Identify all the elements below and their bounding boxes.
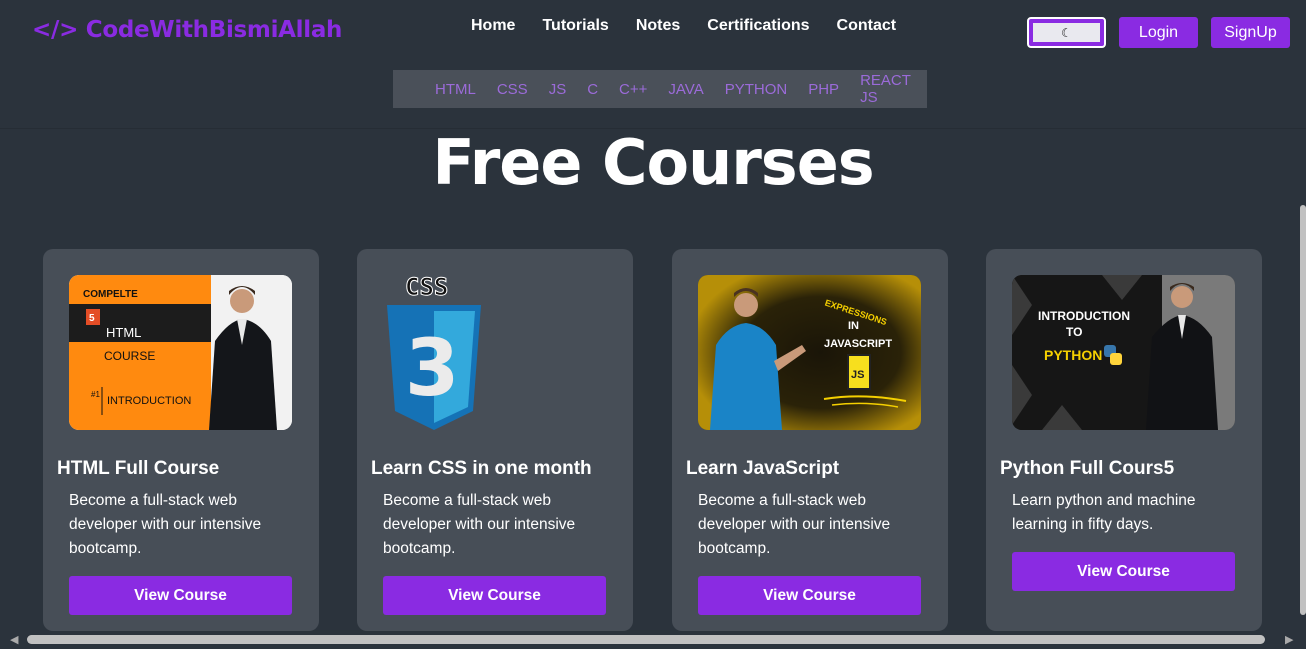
thumb-text: HTML bbox=[106, 325, 141, 340]
view-course-button[interactable]: View Course bbox=[69, 576, 292, 615]
page-title: Free Courses bbox=[432, 126, 874, 199]
thumb-text: CSS bbox=[405, 275, 448, 301]
moon-icon: ☾ bbox=[1033, 23, 1100, 42]
course-description: Become a full-stack web developer with o… bbox=[383, 492, 576, 557]
subnav-cpp[interactable]: C++ bbox=[619, 81, 647, 98]
thumb-text: TO bbox=[1066, 325, 1082, 339]
course-title: Learn CSS in one month bbox=[371, 458, 592, 479]
thumb-text: #1 bbox=[91, 390, 100, 399]
subnav-php[interactable]: PHP bbox=[808, 81, 839, 98]
subnav-python[interactable]: PYTHON bbox=[725, 81, 788, 98]
course-title: Python Full Cours5 bbox=[1000, 458, 1175, 479]
subnav-html[interactable]: HTML bbox=[435, 81, 476, 98]
view-course-button[interactable]: View Course bbox=[1012, 552, 1235, 591]
thumb-text: 3 bbox=[405, 324, 459, 414]
theme-toggle[interactable]: ☾ bbox=[1027, 17, 1106, 48]
course-card: INTRODUCTION TO PYTHON Python Full Cours… bbox=[986, 249, 1262, 631]
header: </> CodeWithBismiAllah Home Tutorials No… bbox=[0, 0, 1306, 129]
thumb-text: INTRODUCTION bbox=[1038, 309, 1130, 323]
html5-badge: 5 bbox=[89, 313, 95, 324]
scrollbar-thumb[interactable] bbox=[27, 635, 1265, 644]
course-thumbnail: INTRODUCTION TO PYTHON bbox=[1012, 275, 1235, 430]
thumb-text: JAVASCRIPT bbox=[824, 338, 892, 350]
nav-certifications[interactable]: Certifications bbox=[707, 17, 809, 35]
subnav-js[interactable]: JS bbox=[549, 81, 567, 98]
scroll-left-icon[interactable]: ◀ bbox=[10, 633, 18, 646]
nav-contact[interactable]: Contact bbox=[837, 17, 897, 35]
signup-button[interactable]: SignUp bbox=[1211, 17, 1290, 48]
js-badge: JS bbox=[851, 369, 864, 381]
language-subnav: HTML CSS JS C C++ JAVA PYTHON PHP REACT … bbox=[393, 70, 927, 108]
subnav-c[interactable]: C bbox=[587, 81, 598, 98]
course-title: HTML Full Course bbox=[57, 458, 220, 479]
thumb-text: PYTHON bbox=[1044, 347, 1102, 363]
horizontal-scrollbar[interactable]: ◀ ▶ bbox=[0, 631, 1306, 649]
login-button[interactable]: Login bbox=[1119, 17, 1198, 48]
vertical-scrollbar[interactable] bbox=[1300, 205, 1306, 615]
view-course-button[interactable]: View Course bbox=[698, 576, 921, 615]
subnav-react[interactable]: REACT JS bbox=[860, 72, 911, 106]
thumb-text: IN bbox=[848, 320, 859, 332]
course-thumbnail: CSS 3 bbox=[383, 275, 606, 430]
course-description: Become a full-stack web developer with o… bbox=[698, 492, 891, 557]
course-card: COMPELTE 5 HTML COURSE #1 INTRODUCTION H… bbox=[43, 249, 319, 631]
view-course-button[interactable]: View Course bbox=[383, 576, 606, 615]
course-description: Become a full-stack web developer with o… bbox=[69, 492, 262, 557]
css3-logo-icon: CSS 3 bbox=[387, 275, 481, 430]
nav-tutorials[interactable]: Tutorials bbox=[542, 17, 608, 35]
main-nav: Home Tutorials Notes Certifications Cont… bbox=[471, 17, 896, 35]
thumb-text: INTRODUCTION bbox=[107, 395, 191, 407]
subnav-java[interactable]: JAVA bbox=[668, 81, 703, 98]
scroll-right-icon[interactable]: ▶ bbox=[1285, 633, 1293, 646]
nav-home[interactable]: Home bbox=[471, 17, 515, 35]
course-description: Learn python and machine learning in fif… bbox=[1012, 492, 1196, 533]
javascript-thumbnail-image: EXPRESSIONS IN JAVASCRIPT JS bbox=[698, 275, 921, 430]
course-title: Learn JavaScript bbox=[686, 458, 840, 479]
subnav-css[interactable]: CSS bbox=[497, 81, 528, 98]
course-card: CSS 3 Learn CSS in one month Become a fu… bbox=[357, 249, 633, 631]
course-card: EXPRESSIONS IN JAVASCRIPT JS Learn JavaS… bbox=[672, 249, 948, 631]
thumb-text: COURSE bbox=[104, 349, 155, 363]
python-thumbnail-image: INTRODUCTION TO PYTHON bbox=[1012, 275, 1235, 430]
html-thumbnail-image: COMPELTE 5 HTML COURSE #1 INTRODUCTION bbox=[69, 275, 292, 430]
course-thumbnail: EXPRESSIONS IN JAVASCRIPT JS bbox=[698, 275, 921, 430]
nav-notes[interactable]: Notes bbox=[636, 17, 680, 35]
thumb-text: COMPELTE bbox=[83, 289, 138, 300]
course-thumbnail: COMPELTE 5 HTML COURSE #1 INTRODUCTION bbox=[69, 275, 292, 430]
site-logo[interactable]: </> CodeWithBismiAllah bbox=[32, 17, 342, 43]
